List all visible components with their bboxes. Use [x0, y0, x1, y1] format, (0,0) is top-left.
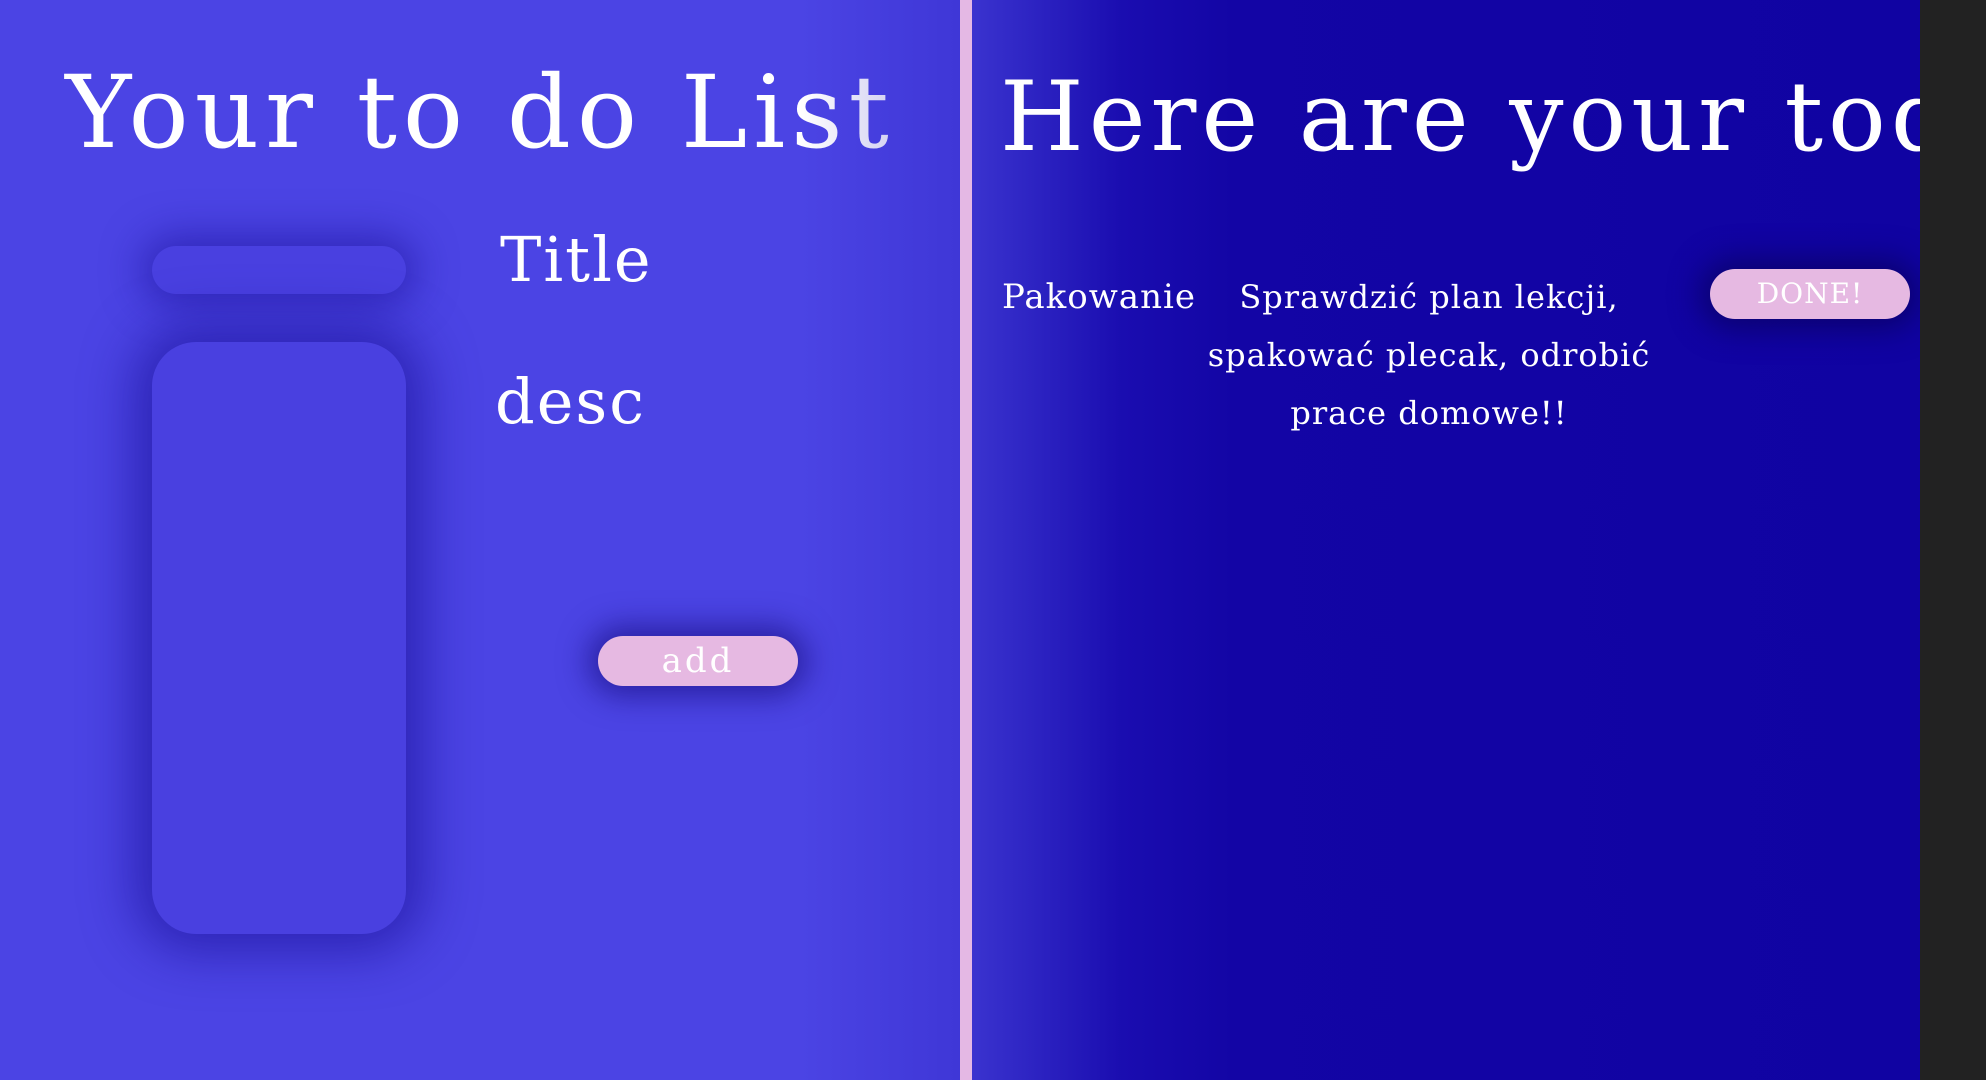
title-label: Title	[500, 223, 653, 296]
page-title: Your to do List	[65, 54, 895, 171]
description-input[interactable]	[152, 342, 406, 934]
done-button[interactable]: DONE!	[1710, 269, 1910, 319]
title-input[interactable]	[152, 246, 406, 294]
window-edge	[1920, 0, 1986, 1080]
panel-divider	[960, 0, 972, 1080]
add-button[interactable]: add	[598, 636, 798, 686]
todo-title: Pakowanie	[1002, 277, 1196, 317]
todo-list-heading: Here are your todo's	[1000, 61, 1920, 173]
add-todo-panel: Your to do List Title desc add	[0, 0, 960, 1080]
todo-list-panel: Here are your todo's Pakowanie Sprawdzić…	[972, 0, 1920, 1080]
description-label: desc	[495, 365, 646, 438]
todo-description: Sprawdzić plan lekcji, spakować plecak, …	[1207, 278, 1651, 432]
